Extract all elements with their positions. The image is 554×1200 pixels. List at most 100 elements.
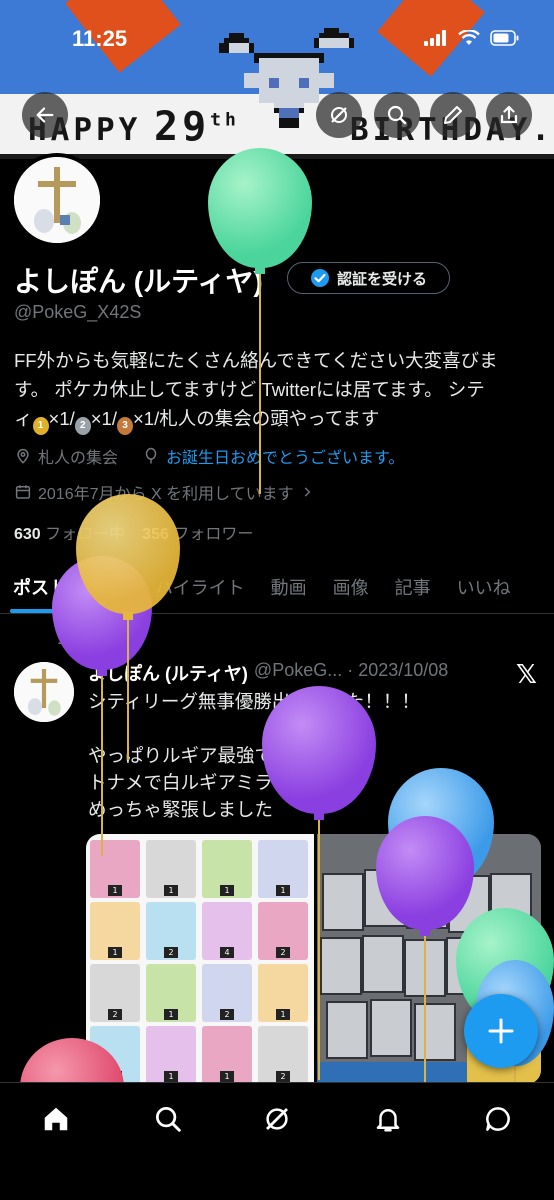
bio-line: FF外からも気軽にたくさん絡んできてください大変喜びま xyxy=(14,350,498,371)
search-icon xyxy=(156,1107,181,1132)
deck-card-count: 4 xyxy=(220,947,234,958)
edit-button[interactable] xyxy=(430,92,476,138)
search-icon xyxy=(387,105,407,125)
grok-button[interactable] xyxy=(316,92,362,138)
signal-icon xyxy=(424,30,446,46)
nav-notifications[interactable] xyxy=(370,1101,406,1137)
avatar-image-icon xyxy=(14,157,100,243)
grok-icon xyxy=(266,1108,288,1130)
followers-label: フォロワー xyxy=(173,526,254,543)
balloon-string xyxy=(101,676,103,856)
following-count: 630 xyxy=(14,526,41,543)
deck-card-count: 2 xyxy=(164,947,178,958)
pencil-icon xyxy=(444,106,462,124)
bio-text: ×1/ xyxy=(90,408,117,429)
bio-line: ィ 1 ×1/2 ×1/3 ×1/札人の集会の頭やってます xyxy=(14,404,544,435)
deck-card: 1 xyxy=(90,902,140,960)
nav-grok[interactable] xyxy=(259,1101,295,1137)
balloon-knot xyxy=(314,812,324,820)
location-icon xyxy=(17,448,29,464)
wifi-icon xyxy=(458,30,480,45)
back-button[interactable] xyxy=(22,92,68,138)
profile-avatar[interactable] xyxy=(10,153,104,247)
birthday-link[interactable]: お誕生日おめでとうございます。 xyxy=(166,444,404,468)
profile-meta-row: 札人の集会 お誕生日おめでとうございます。 xyxy=(14,444,404,468)
verified-badge-icon xyxy=(310,269,329,287)
tab-images[interactable]: 画像 xyxy=(320,566,382,613)
calendar-icon xyxy=(15,485,31,499)
profile-joined-date: 2016年7月から X を利用しています xyxy=(38,486,294,503)
status-icons xyxy=(424,30,520,46)
balloon-string xyxy=(259,274,261,494)
home-icon xyxy=(44,1107,68,1131)
nav-search[interactable] xyxy=(150,1101,186,1137)
nav-home[interactable] xyxy=(38,1101,74,1137)
banner-age-number: 29 xyxy=(154,104,211,150)
profile-location: 札人の集会 xyxy=(38,450,119,467)
profile-handle: @PokeG_X42S xyxy=(14,302,142,322)
grok-icon xyxy=(331,107,347,123)
nav-messages[interactable] xyxy=(480,1101,516,1137)
deck-card: 1 xyxy=(90,840,140,898)
deck-card: 1 xyxy=(202,840,252,898)
deck-card: 1 xyxy=(202,1026,252,1084)
chat-bubble-icon xyxy=(486,1107,510,1131)
bio-text: ×1/ xyxy=(48,408,75,429)
post-author-meta[interactable]: @PokeG... · 2023/10/08 xyxy=(254,660,448,686)
balloon-knot xyxy=(255,266,265,274)
deck-card: 1 xyxy=(146,1026,196,1084)
banner-text-age: 29th xyxy=(154,104,240,150)
chevron-right-icon xyxy=(304,487,310,497)
balloon-string xyxy=(424,936,426,1086)
bio-text: ィ xyxy=(14,408,33,429)
balloon-knot xyxy=(123,612,133,620)
tab-likes[interactable]: いいね xyxy=(444,566,524,613)
battery-icon xyxy=(490,30,519,46)
arrow-left-icon xyxy=(36,107,54,123)
get-verified-button[interactable]: 認証を受ける xyxy=(287,262,450,294)
banner-age-suffix: th xyxy=(210,109,240,131)
x-logo-icon: 𝕏 xyxy=(516,660,537,690)
deck-card-count: 1 xyxy=(164,885,178,896)
deck-card: 4 xyxy=(202,902,252,960)
balloon-body xyxy=(208,148,312,268)
share-button[interactable] xyxy=(486,92,532,138)
deck-card: 2 xyxy=(258,1026,308,1084)
deck-card: 2 xyxy=(258,902,308,960)
deck-card-count: 1 xyxy=(220,1071,234,1082)
avatar-image-icon xyxy=(14,662,74,722)
silver-medal-icon: 2 xyxy=(74,417,91,435)
post-header: よしぽん (ルティヤ) @PokeG... · 2023/10/08 xyxy=(88,660,448,686)
profile-bio: FF外からも気軽にたくさん絡んできてください大変喜びま す。 ポケカ休止してます… xyxy=(14,346,544,435)
tab-articles[interactable]: 記事 xyxy=(382,566,444,613)
post-author-avatar[interactable] xyxy=(14,662,74,722)
deck-card: 1 xyxy=(146,840,196,898)
bronze-medal-icon: 3 xyxy=(116,417,133,435)
gold-medal-icon: 1 xyxy=(32,417,49,435)
deck-card-count: 1 xyxy=(276,885,290,896)
plus-icon xyxy=(488,1018,514,1044)
get-verified-label: 認証を受ける xyxy=(336,269,427,288)
deck-card-count: 2 xyxy=(276,947,290,958)
deck-card: 1 xyxy=(258,964,308,1022)
deck-card: 1 xyxy=(258,840,308,898)
deck-card: 2 xyxy=(202,964,252,1022)
deck-card-count: 2 xyxy=(220,1009,234,1020)
bio-text: ×1/札人の集会の頭やってます xyxy=(132,408,380,429)
deck-card-count: 1 xyxy=(276,1009,290,1020)
deck-card-count: 2 xyxy=(276,1071,290,1082)
tab-videos[interactable]: 動画 xyxy=(258,566,320,613)
search-button[interactable] xyxy=(374,92,420,138)
deck-card-count: 1 xyxy=(164,1071,178,1082)
deck-card: 2 xyxy=(146,902,196,960)
bell-icon xyxy=(376,1109,400,1132)
balloon-icon xyxy=(145,447,157,464)
deck-card: 1 xyxy=(146,964,196,1022)
compose-post-button[interactable] xyxy=(464,994,538,1068)
bottom-navigation xyxy=(0,1082,554,1200)
profile-joined-row[interactable]: 2016年7月から X を利用しています xyxy=(14,480,314,504)
balloon-knot xyxy=(97,668,107,676)
bio-line: す。 ポケカ休止してますけど Twitterには居てます。 シテ xyxy=(14,379,485,400)
deck-card: 2 xyxy=(90,964,140,1022)
deck-list-image[interactable]: 111112422121111211112 xyxy=(86,834,314,1084)
